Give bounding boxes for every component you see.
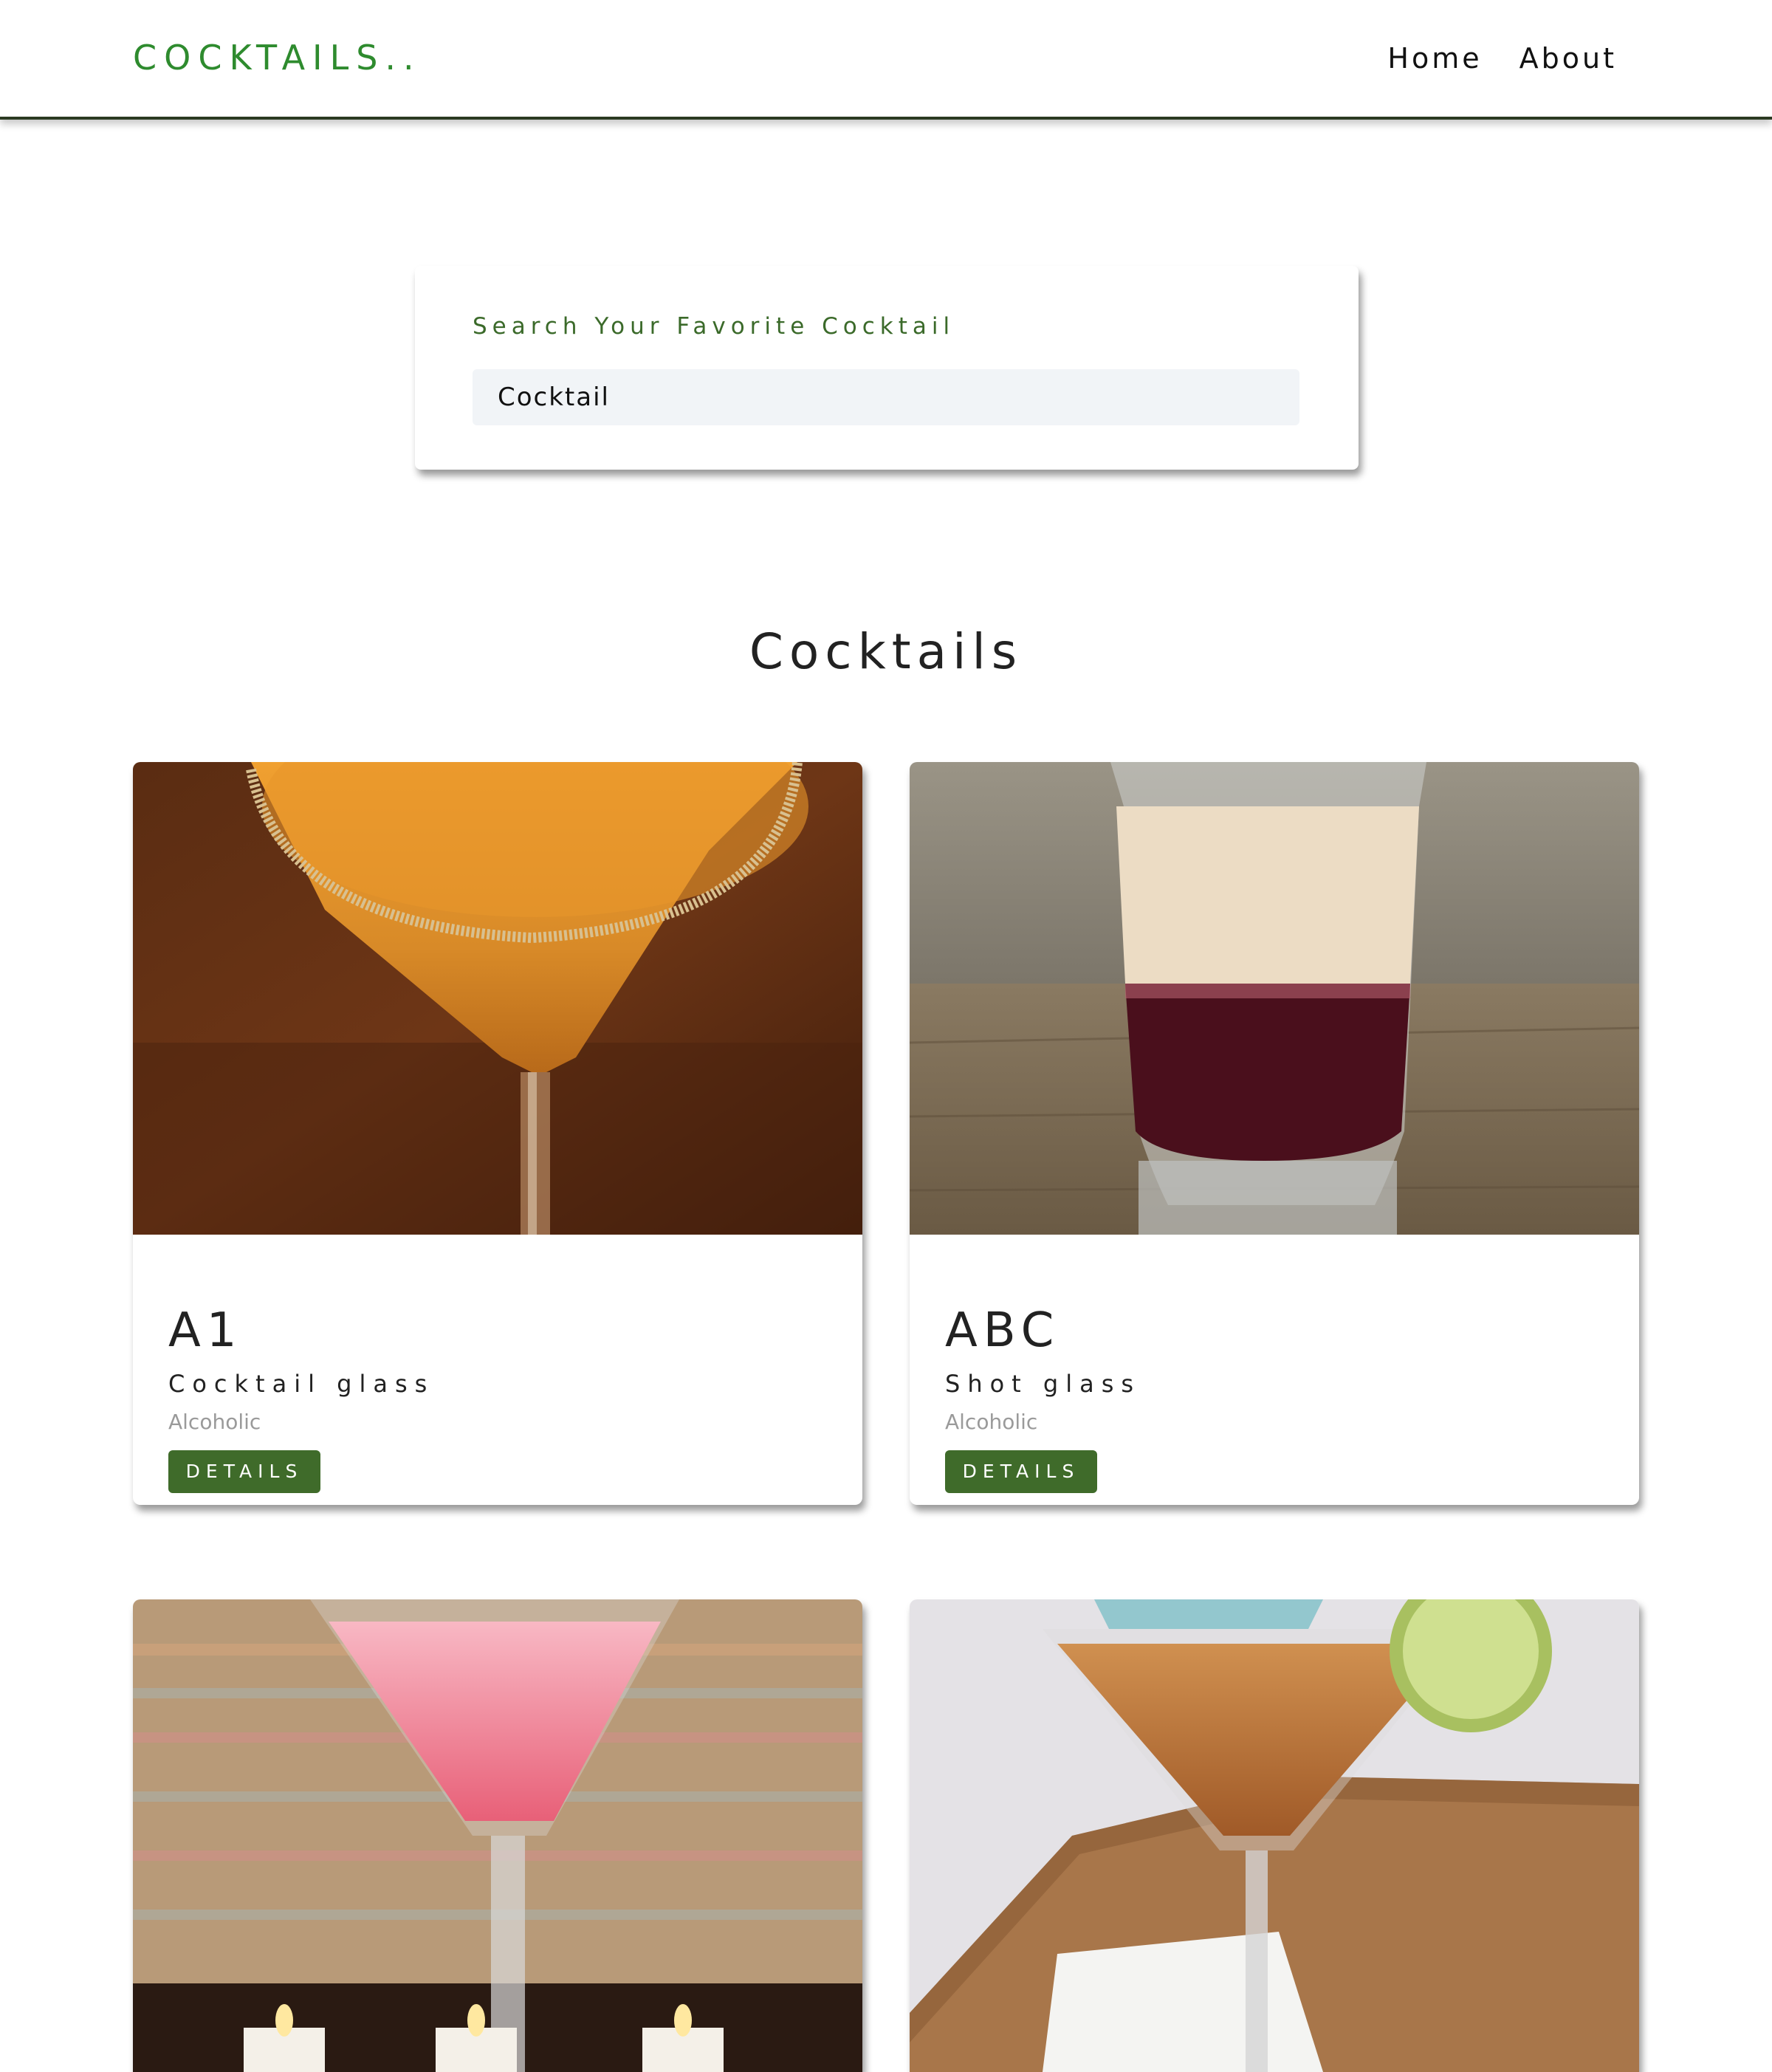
details-button[interactable]: DETAILS [945,1450,1097,1493]
nav-links: Home About [1387,40,1617,77]
cocktail-glass: Cocktail glass [168,1370,435,1398]
cocktail-name: ABC [945,1303,1060,1358]
section-title: Cocktails [749,623,1023,680]
cocktail-card [910,1599,1639,2072]
cocktail-type: Alcoholic [945,1410,1038,1434]
cocktail-image [910,762,1639,1235]
logo[interactable]: COCKTAILS.. [133,35,422,80]
cocktail-image [133,1599,862,2072]
cocktail-name: A1 [168,1303,243,1358]
cocktail-image [133,762,862,1235]
cocktail-card: ABC Shot glass Alcoholic DETAILS [910,762,1639,1505]
search-input[interactable] [473,369,1299,425]
search-label: Search Your Favorite Cocktail [473,313,955,340]
nav-link-home[interactable]: Home [1387,40,1482,77]
cocktail-card: A1 Cocktail glass Alcoholic DETAILS [133,762,862,1505]
nav-link-about[interactable]: About [1519,40,1617,77]
search-card: Search Your Favorite Cocktail [415,266,1359,470]
cocktail-type: Alcoholic [168,1410,261,1434]
navbar: COCKTAILS.. Home About [0,0,1772,120]
cocktail-image [910,1599,1639,2072]
cocktail-glass: Shot glass [945,1370,1141,1398]
cocktail-card [133,1599,862,2072]
details-button[interactable]: DETAILS [168,1450,320,1493]
